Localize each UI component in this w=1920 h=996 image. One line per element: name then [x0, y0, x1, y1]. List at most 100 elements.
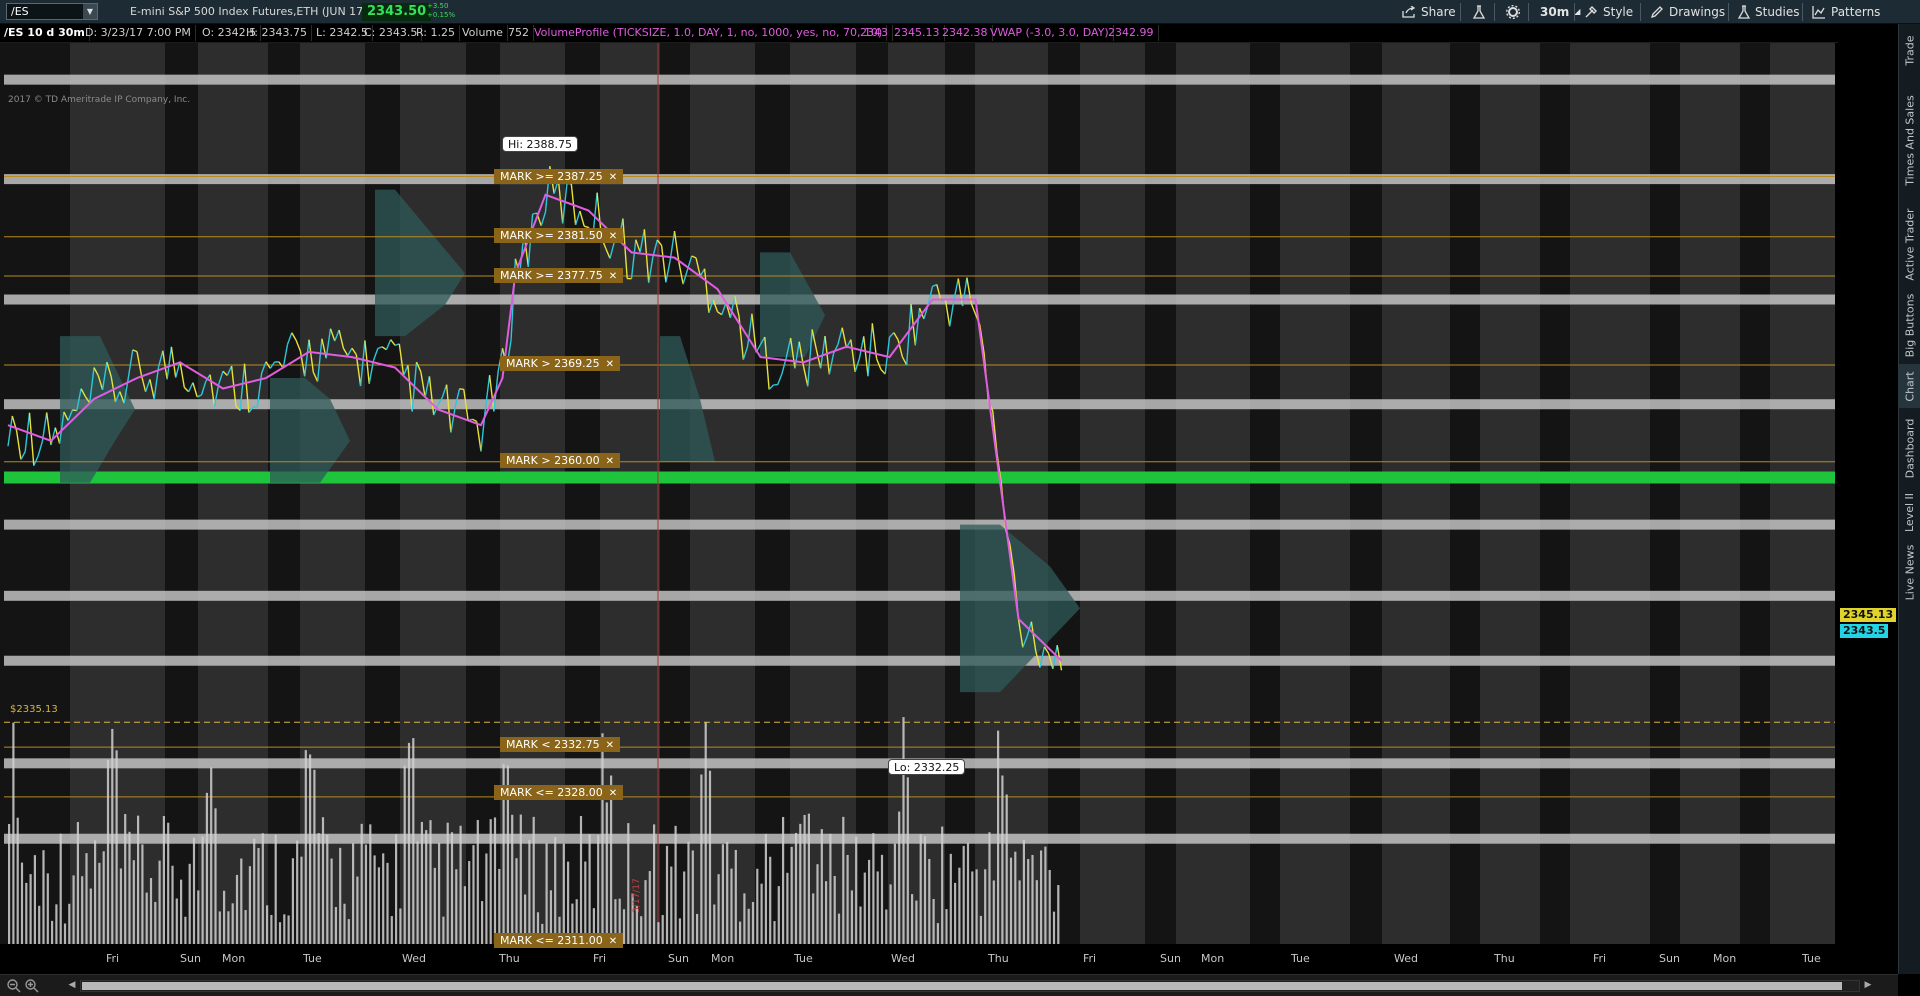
close-icon[interactable]: ✕: [606, 359, 614, 370]
scroll-thumb[interactable]: [82, 982, 1842, 990]
price-mark-6[interactable]: MARK < 2332.75 ✕: [500, 737, 620, 752]
close-icon[interactable]: ✕: [609, 231, 617, 242]
volume-bar: [747, 908, 750, 944]
separator: [1528, 3, 1529, 21]
close-icon[interactable]: ✕: [606, 740, 614, 751]
aggregation-label: 30m: [1540, 5, 1570, 19]
aggregation-button[interactable]: 30m ◢: [1536, 2, 1584, 22]
volume-bar: [481, 901, 484, 944]
volume-bar: [81, 876, 84, 944]
close-icon[interactable]: ✕: [609, 172, 617, 183]
price-mark-5[interactable]: MARK > 2360.00 ✕: [500, 453, 620, 468]
volume-bar: [820, 829, 823, 944]
scroll-track[interactable]: [80, 980, 1860, 992]
mark-text: MARK >= 2377.75: [500, 269, 603, 282]
chevron-down-icon[interactable]: ▼: [83, 4, 97, 19]
price-mark-8[interactable]: MARK <= 2311.00 ✕: [494, 933, 624, 948]
volume-bar: [270, 914, 273, 944]
volume-study-label[interactable]: Volume: [458, 25, 508, 41]
price-level-band: [4, 74, 1835, 85]
volume-bar: [339, 847, 342, 944]
volume-bar: [313, 769, 316, 944]
price-mark-2[interactable]: MARK >= 2381.50 ✕: [494, 228, 624, 243]
drawings-button[interactable]: Drawings: [1646, 2, 1729, 22]
last-price: 2343.50: [362, 3, 432, 21]
volume-bar: [730, 868, 733, 944]
zoom-in-icon[interactable]: [24, 978, 40, 994]
volume-bar: [192, 837, 196, 944]
volume-bar: [386, 862, 389, 944]
flask-button[interactable]: [1468, 2, 1495, 22]
close-icon[interactable]: ✕: [609, 788, 617, 799]
volume-bar: [309, 754, 312, 944]
tab-dashboard[interactable]: Dashboard: [1899, 412, 1920, 484]
zoom-out-icon[interactable]: [6, 978, 22, 994]
volume-bar: [489, 819, 492, 944]
price-mark-3[interactable]: MARK >= 2377.75 ✕: [494, 268, 624, 283]
price-mark-4[interactable]: MARK > 2369.25 ✕: [500, 356, 620, 371]
volume-bar: [85, 853, 88, 944]
volume-bar: [597, 835, 600, 944]
tab-chart[interactable]: Chart: [1899, 364, 1920, 408]
volume-bar: [855, 836, 858, 944]
scroll-right-arrow[interactable]: ▶: [1862, 979, 1874, 991]
symbol-input[interactable]: /ES ▼: [6, 3, 98, 20]
volume-bar: [700, 774, 703, 944]
volume-bar: [743, 893, 746, 944]
volume-bar: [33, 855, 36, 944]
mark-text: MARK > 2369.25: [506, 357, 600, 370]
volume-bar: [807, 813, 810, 944]
tab-times-and-sales[interactable]: Times And Sales: [1899, 80, 1920, 200]
studies-button[interactable]: Studies: [1734, 2, 1804, 22]
volume-profile-label[interactable]: VolumeProfile (TICKSIZE, 1.0, DAY, 1, no…: [530, 25, 888, 41]
volume-bar: [971, 871, 974, 944]
volume-bar: [653, 824, 656, 944]
close-icon[interactable]: ✕: [609, 271, 617, 282]
tab-label: Chart: [1903, 370, 1917, 402]
tab-big-buttons[interactable]: Big Buttons: [1899, 290, 1920, 360]
vwap-study-label[interactable]: VWAP (-3.0, 3.0, DAY): [986, 25, 1114, 41]
period-label[interactable]: /ES 10 d 30m: [0, 25, 90, 41]
style-label: Style: [1603, 5, 1634, 19]
volume-bar: [46, 873, 49, 944]
volume-bar: [902, 717, 905, 944]
side-tabs: Trade Times And Sales Active Trader Big …: [1898, 24, 1920, 974]
price-level-band: [4, 174, 1835, 185]
price-chart[interactable]: 2395239023852380237523702365236023552350…: [0, 43, 1897, 970]
chart-canvas[interactable]: 2395239023852380237523702365236023552350…: [0, 43, 1838, 970]
volume-bar: [751, 902, 755, 944]
tab-live-news[interactable]: Live News: [1899, 540, 1920, 604]
volume-bar: [20, 862, 24, 944]
share-button[interactable]: Share: [1398, 2, 1460, 22]
settings-button[interactable]: [1502, 2, 1529, 22]
scroll-left-arrow[interactable]: ◀: [66, 979, 78, 991]
close-icon[interactable]: ✕: [606, 456, 614, 467]
volume-bar: [928, 858, 931, 944]
tab-level-ii[interactable]: Level II: [1899, 488, 1920, 536]
close-icon[interactable]: ✕: [609, 936, 617, 947]
volume-bar: [390, 916, 393, 944]
volume-bar: [29, 874, 32, 944]
mark-text: MARK > 2360.00: [506, 454, 600, 467]
volume-bar: [468, 861, 471, 944]
volume-bar: [842, 816, 845, 944]
volume-bar: [919, 834, 922, 944]
tab-label: Live News: [1903, 544, 1917, 600]
tab-active-trader[interactable]: Active Trader: [1899, 204, 1920, 284]
price-mark-7[interactable]: MARK <= 2328.00 ✕: [494, 785, 624, 800]
style-button[interactable]: Style: [1580, 2, 1637, 22]
volume-bar: [106, 760, 110, 944]
volume-bar: [485, 853, 488, 944]
volume-bar: [330, 858, 333, 944]
separator: [1460, 3, 1461, 21]
price-level-band: [4, 833, 1835, 844]
change-pct: +0.15%: [427, 11, 456, 19]
price-level-band: [4, 519, 1835, 530]
volume-bar: [149, 878, 153, 944]
volume-bar: [377, 867, 380, 944]
price-mark-1[interactable]: MARK >= 2387.25 ✕: [494, 169, 624, 184]
patterns-button[interactable]: Patterns: [1808, 2, 1884, 22]
tab-trade[interactable]: Trade: [1899, 24, 1920, 76]
volume-bar: [141, 844, 144, 944]
volume-bar: [941, 826, 944, 944]
